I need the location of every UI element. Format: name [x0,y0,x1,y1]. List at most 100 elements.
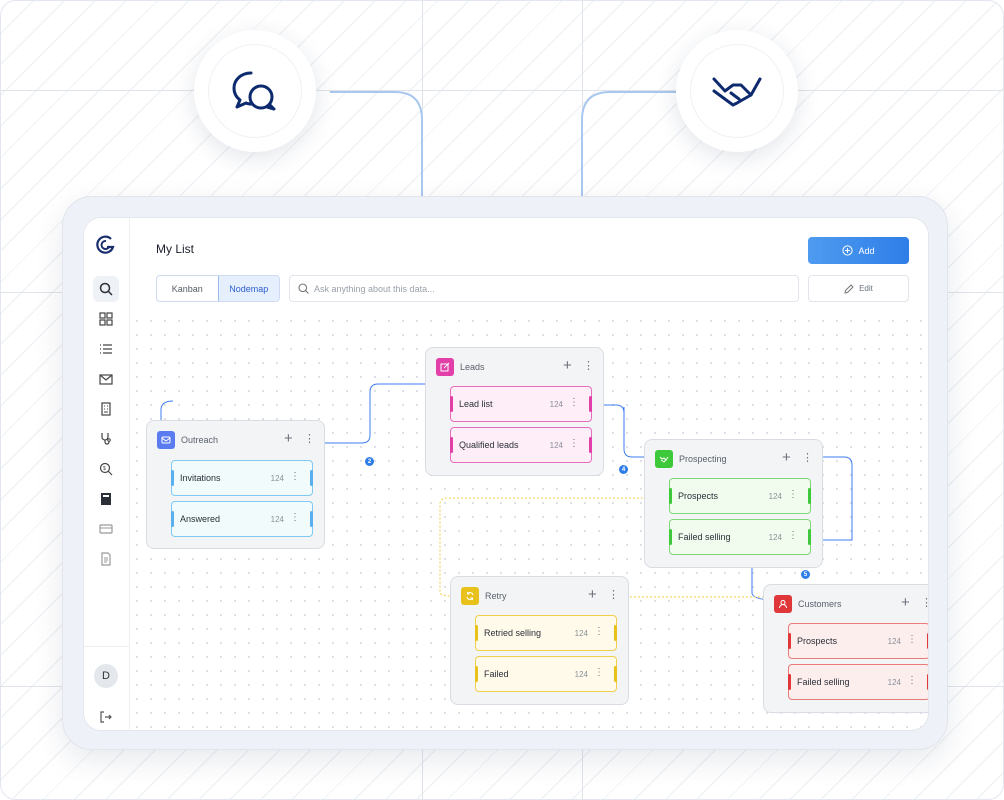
item-label: Lead list [459,399,493,409]
add-button-label: Add [858,245,875,256]
document-icon[interactable] [93,546,119,572]
item-menu-icon[interactable]: ⋮ [569,397,579,408]
list-icon[interactable] [93,336,119,362]
chat-bubbles-icon [194,30,316,152]
search-icon [298,283,309,294]
more-options-icon[interactable]: ⋮ [304,430,315,448]
add-item-icon[interactable]: + [588,586,597,604]
building-icon[interactable] [93,396,119,422]
connector-badge: 4 [619,465,628,474]
item-menu-icon[interactable]: ⋮ [788,530,798,541]
item-card[interactable]: Prospects 124 ⋮ [788,623,928,659]
item-menu-icon[interactable]: ⋮ [907,634,917,645]
edit-button[interactable]: Edit [808,275,909,302]
add-item-icon[interactable]: + [563,357,572,375]
leads-icon [436,358,454,376]
customers-icon [774,595,792,613]
nodemap-canvas[interactable]: 1 2 3 4 5 Outreach + ⋮ [130,314,928,730]
item-card[interactable]: Failed selling 124 ⋮ [669,519,811,555]
item-count: 124 [549,440,563,450]
group-header: Prospecting [655,450,727,468]
item-card[interactable]: Retried selling 124 ⋮ [475,615,617,651]
more-options-icon[interactable]: ⋮ [583,357,594,375]
item-card[interactable]: Lead list 124 ⋮ [450,386,592,422]
edit-button-label: Edit [859,284,873,293]
item-card[interactable]: Invitations 124 ⋮ [171,460,313,496]
group-header: Retry [461,587,507,605]
tab-nodemap[interactable]: Nodemap [217,276,279,301]
connector-badge: 5 [801,570,810,579]
group-prospecting[interactable]: Prospecting + ⋮ Prospects 124 ⋮ Failed s… [644,439,823,568]
group-outreach[interactable]: Outreach + ⋮ Invitations 124 ⋮ Answered [146,420,325,549]
book-icon[interactable] [93,486,119,512]
mail-check-icon[interactable] [93,366,119,392]
item-menu-icon[interactable]: ⋮ [290,471,300,482]
group-title: Retry [485,591,507,601]
item-menu-icon[interactable]: ⋮ [594,667,604,678]
item-menu-icon[interactable]: ⋮ [569,438,579,449]
retry-icon [461,587,479,605]
sidebar-divider [84,646,130,647]
item-menu-icon[interactable]: ⋮ [907,675,917,686]
dashboard-icon[interactable] [93,306,119,332]
item-card[interactable]: Prospects 124 ⋮ [669,478,811,514]
add-button[interactable]: Add [808,237,909,264]
money-search-icon[interactable]: $ [93,456,119,482]
view-tabs: Kanban Nodemap [156,275,280,302]
item-card[interactable]: Qualified leads 124 ⋮ [450,427,592,463]
add-item-icon[interactable]: + [284,430,293,448]
item-count: 124 [768,532,782,542]
search-icon[interactable] [93,276,119,302]
card-icon[interactable] [93,516,119,542]
prospecting-icon [655,450,673,468]
item-card[interactable]: Failed selling 124 ⋮ [788,664,928,700]
item-count: 124 [270,473,284,483]
group-retry[interactable]: Retry + ⋮ Retried selling 124 ⋮ Failed 1… [450,576,629,705]
add-item-icon[interactable]: + [901,594,910,612]
item-card[interactable]: Failed 124 ⋮ [475,656,617,692]
group-header: Leads [436,358,485,376]
group-title: Customers [798,599,842,609]
item-card[interactable]: Answered 124 ⋮ [171,501,313,537]
item-label: Failed selling [678,532,731,542]
item-label: Retried selling [484,628,542,638]
sidebar: $ D [84,218,130,730]
item-menu-icon[interactable]: ⋮ [594,626,604,637]
device-frame: $ D My List Add Kanban Nodemap Ask anyth… [62,196,948,750]
item-menu-icon[interactable]: ⋮ [290,512,300,523]
plus-circle-icon [842,245,854,256]
search-input[interactable]: Ask anything about this data... [289,275,799,302]
logo-icon [93,232,119,258]
app-screen: $ D My List Add Kanban Nodemap Ask anyth… [83,217,929,731]
more-options-icon[interactable]: ⋮ [608,586,619,604]
svg-text:$: $ [103,466,106,472]
item-label: Prospects [797,636,838,646]
main-content: My List Add Kanban Nodemap Ask anything … [130,218,928,730]
group-leads[interactable]: Leads + ⋮ Lead list 124 ⋮ Qualified lead… [425,347,604,476]
tab-kanban[interactable]: Kanban [157,276,218,301]
outreach-icon [157,431,175,449]
search-placeholder: Ask anything about this data... [314,283,435,294]
pencil-icon [844,283,854,294]
item-count: 124 [549,399,563,409]
item-count: 124 [270,514,284,524]
group-customers[interactable]: Customers + ⋮ Prospects 124 ⋮ Failed sel… [763,584,928,713]
avatar[interactable]: D [94,664,118,688]
group-title: Leads [460,362,485,372]
item-menu-icon[interactable]: ⋮ [788,489,798,500]
item-label: Failed [484,669,509,679]
group-header: Outreach [157,431,218,449]
item-label: Invitations [180,473,221,483]
connector-badge: 2 [365,457,374,466]
more-options-icon[interactable]: ⋮ [802,449,813,467]
logout-icon[interactable] [93,704,119,730]
item-count: 124 [574,628,588,638]
more-options-icon[interactable]: ⋮ [921,594,928,612]
group-header: Customers [774,595,842,613]
handshake-icon [676,30,798,152]
group-title: Prospecting [679,454,727,464]
stethoscope-icon[interactable] [93,426,119,452]
item-label: Prospects [678,491,719,501]
item-count: 124 [887,636,901,646]
add-item-icon[interactable]: + [782,449,791,467]
